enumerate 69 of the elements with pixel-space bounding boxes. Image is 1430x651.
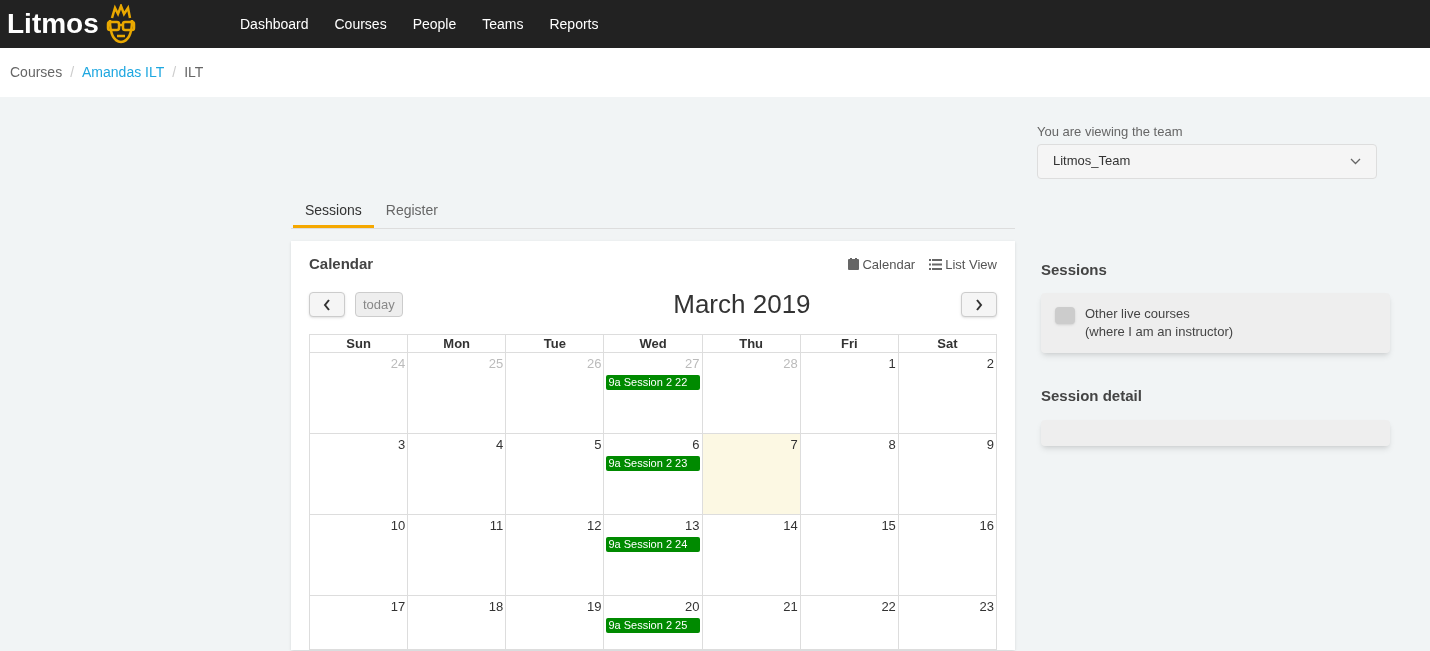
day-number: 10 <box>390 516 406 535</box>
toggle-checkbox[interactable] <box>1055 307 1075 324</box>
event-item[interactable]: 9a Session 2 25 <box>606 618 700 633</box>
nav-link[interactable]: Reports <box>549 13 599 35</box>
breadcrumb-separator: / <box>172 63 177 82</box>
day-number: 24 <box>390 354 406 373</box>
chevron-left-icon <box>323 298 331 311</box>
day-number: 15 <box>881 516 896 535</box>
day-number: 25 <box>488 354 504 373</box>
day-number: 5 <box>594 435 602 454</box>
sessions-title: Sessions <box>1041 259 1108 280</box>
view-button[interactable]: Calendar <box>848 254 916 274</box>
view-button[interactable]: List View <box>929 254 997 274</box>
weekday-header: Sun <box>310 334 409 353</box>
day-number: 16 <box>979 516 994 535</box>
tab[interactable]: Register <box>373 195 450 228</box>
day-number: 4 <box>496 435 504 454</box>
previous-month-button[interactable] <box>309 292 345 317</box>
day-number: 9 <box>986 435 994 454</box>
team-select[interactable]: Litmos_Team <box>1037 143 1377 179</box>
day-number: 23 <box>979 597 994 616</box>
weekday-header: Wed <box>604 334 703 353</box>
session-detail-title: Session detail <box>1041 386 1143 406</box>
breadcrumb-separator: / <box>70 63 75 82</box>
list-icon <box>929 258 943 270</box>
day-number: 12 <box>586 516 602 535</box>
nav-link[interactable]: Courses <box>334 13 387 35</box>
breadcrumb-link[interactable]: ILT <box>184 62 204 83</box>
nav-link[interactable]: Dashboard <box>240 13 309 35</box>
day-number: 17 <box>390 597 406 616</box>
day-number: 26 <box>586 354 602 373</box>
nav-link[interactable]: People <box>412 13 457 35</box>
tab[interactable]: Sessions <box>293 195 374 228</box>
day-number: 7 <box>790 435 798 454</box>
day-number: 27 <box>685 354 700 373</box>
weekday-header: Fri <box>800 334 899 353</box>
day-number: 14 <box>783 516 798 535</box>
day-number: 2 <box>986 354 994 373</box>
day-number: 11 <box>489 516 504 535</box>
day-number: 19 <box>586 597 602 616</box>
weekday-header: Sat <box>898 334 997 353</box>
chevron-right-icon <box>975 298 983 311</box>
logo-text: Litmos <box>7 7 99 41</box>
event-item[interactable]: 9a Session 2 23 <box>606 456 700 471</box>
weekday-header: Tue <box>506 334 605 353</box>
day-number: 28 <box>783 354 798 373</box>
toggle-label: Other live courses <box>1085 305 1191 323</box>
day-number: 6 <box>692 435 700 454</box>
month-title: March 2019 <box>672 288 812 321</box>
day-number: 13 <box>685 516 700 535</box>
day-number: 1 <box>888 354 896 373</box>
day-number: 3 <box>397 435 406 454</box>
toggle-sublabel: (where I am an instructor) <box>1085 323 1234 341</box>
day-number: 8 <box>888 435 896 454</box>
weekday-header: Mon <box>408 334 507 353</box>
team-label: You are viewing the team <box>1037 123 1184 141</box>
weekday-header: Thu <box>702 334 801 353</box>
nav-link[interactable]: Teams <box>482 13 524 35</box>
day-number: 18 <box>488 597 504 616</box>
event-item[interactable]: 9a Session 2 24 <box>606 537 700 552</box>
calendar-title: Calendar <box>309 254 374 274</box>
chevron-down-icon <box>1350 157 1361 165</box>
breadcrumb-link[interactable]: Courses <box>10 62 63 83</box>
calendar-icon <box>848 258 860 271</box>
day-number: 22 <box>881 597 896 616</box>
day-number: 20 <box>685 597 700 616</box>
event-item[interactable]: 9a Session 2 22 <box>606 375 700 390</box>
day-number: 21 <box>783 597 798 616</box>
next-month-button[interactable] <box>961 292 997 317</box>
